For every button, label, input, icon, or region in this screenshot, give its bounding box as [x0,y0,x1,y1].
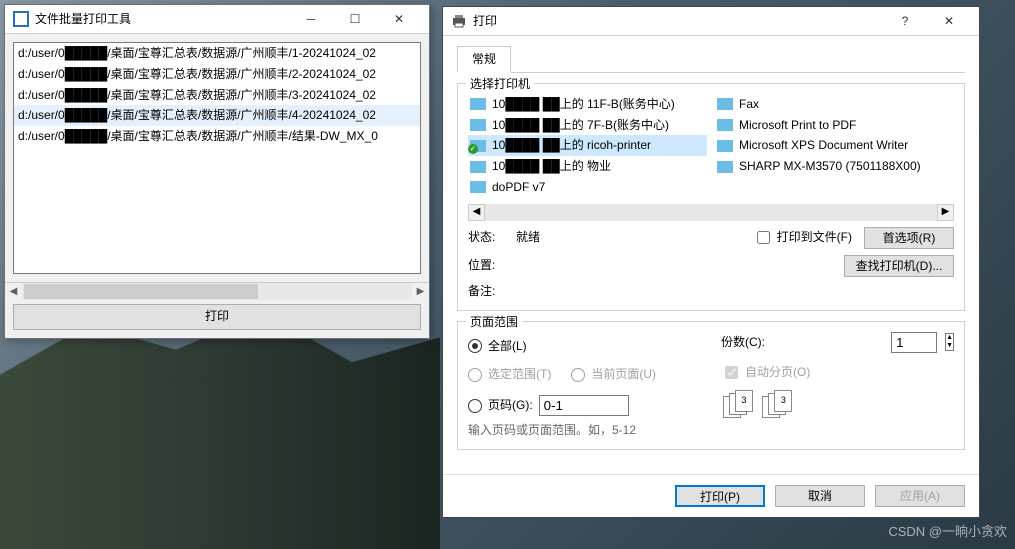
printer-item[interactable]: 10████ ██上的 11F-B(账务中心) [468,94,707,115]
printer-icon [470,181,486,193]
find-printer-button[interactable]: 查找打印机(D)... [844,255,954,277]
status-value: 就绪 [516,229,753,246]
group-label: 选择打印机 [466,76,534,93]
list-item[interactable]: d:/user/0█████/桌面/宝尊汇总表/数据源/广州顺丰/1-20241… [14,43,420,64]
minimize-button[interactable]: ─ [289,5,333,33]
printer-item[interactable]: 10████ ██上的 物业 [468,156,707,177]
print-to-file-checkbox[interactable]: 打印到文件(F) [753,228,852,247]
app-icon [13,11,29,27]
dialog-title: 打印 [473,13,883,30]
collate-checkbox: 自动分页(O) [721,363,954,382]
cancel-button[interactable]: 取消 [775,485,865,507]
print-button[interactable]: 打印 [13,304,421,330]
range-selection-radio: 选定范围(T) [468,366,551,383]
scroll-left-icon[interactable]: ◀ [468,204,485,221]
printer-item[interactable]: 10████ ██上的 ricoh-printer [468,135,707,156]
printer-icon [470,98,486,110]
help-button[interactable]: ? [883,7,927,35]
scroll-right-icon[interactable]: ▶ [412,283,429,300]
tab-strip: 常规 [457,46,965,73]
printer-icon [717,140,733,152]
printer-item[interactable]: doPDF v7 [468,177,707,198]
range-current-radio: 当前页面(U) [571,366,656,383]
scroll-right-icon[interactable]: ▶ [937,204,954,221]
file-listbox[interactable]: d:/user/0█████/桌面/宝尊汇总表/数据源/广州顺丰/1-20241… [13,42,421,274]
copies-input[interactable] [891,332,937,353]
copies-label: 份数(C): [721,334,765,351]
printer-icon [717,98,733,110]
comment-label: 备注: [468,283,516,300]
range-hint: 输入页码或页面范围。如，5-12 [468,422,701,439]
printer-icon [470,161,486,173]
printer-item[interactable]: 10████ ██上的 7F-B(账务中心) [468,115,707,136]
watermark: CSDN @一晌小贪欢 [888,523,1007,541]
maximize-button[interactable]: ☐ [333,5,377,33]
printer-item[interactable]: Microsoft XPS Document Writer [715,135,954,156]
list-item[interactable]: d:/user/0█████/桌面/宝尊汇总表/数据源/广州顺丰/结果-DW_M… [14,126,420,147]
print-dialog: 打印 ? ✕ 常规 选择打印机 10████ ██上的 11F-B(账务中心) … [442,6,980,518]
printer-icon [470,119,486,131]
printer-default-icon [470,140,486,152]
spinner-icon[interactable]: ▲▼ [945,333,954,351]
preferences-button[interactable]: 首选项(R) [864,227,954,249]
collate-icon: 123 [762,390,794,418]
range-pages-radio[interactable]: 页码(G): [468,395,701,416]
printer-icon [451,13,467,29]
horizontal-scrollbar[interactable]: ◀ ▶ [468,204,954,221]
printer-icon [717,119,733,131]
printer-group: 选择打印机 10████ ██上的 11F-B(账务中心) 10████ ██上… [457,83,965,311]
location-label: 位置: [468,257,516,274]
list-item[interactable]: d:/user/0█████/桌面/宝尊汇总表/数据源/广州顺丰/3-20241… [14,85,420,106]
list-item[interactable]: d:/user/0█████/桌面/宝尊汇总表/数据源/广州顺丰/4-20241… [14,105,420,126]
scroll-left-icon[interactable]: ◀ [5,283,22,300]
close-button[interactable]: ✕ [377,5,421,33]
apply-button: 应用(A) [875,485,965,507]
file-batch-window: 文件批量打印工具 ─ ☐ ✕ d:/user/0█████/桌面/宝尊汇总表/数… [4,4,430,339]
printer-item[interactable]: SHARP MX-M3570 (7501188X00) [715,156,954,177]
printer-icon [717,161,733,173]
page-range-group: 页面范围 全部(L) 选定范围(T) 当前页面(U) 页码(G): 输入页码或页… [457,321,965,450]
titlebar[interactable]: 打印 ? ✕ [443,7,979,36]
range-all-radio[interactable]: 全部(L) [468,338,701,355]
printer-item[interactable]: Microsoft Print to PDF [715,115,954,136]
pages-input[interactable] [539,395,629,416]
ok-button[interactable]: 打印(P) [675,485,765,507]
collate-icon: 123 [723,390,755,418]
printer-listview[interactable]: 10████ ██上的 11F-B(账务中心) 10████ ██上的 7F-B… [468,94,954,198]
close-button[interactable]: ✕ [927,7,971,35]
list-item[interactable]: d:/user/0█████/桌面/宝尊汇总表/数据源/广州顺丰/2-20241… [14,64,420,85]
titlebar[interactable]: 文件批量打印工具 ─ ☐ ✕ [5,5,429,34]
printer-item[interactable]: Fax [715,94,954,115]
status-label: 状态: [468,229,516,246]
window-title: 文件批量打印工具 [35,11,289,28]
horizontal-scrollbar[interactable]: ◀ ▶ [5,282,429,300]
group-label: 页面范围 [466,314,522,331]
tab-general[interactable]: 常规 [457,46,511,73]
